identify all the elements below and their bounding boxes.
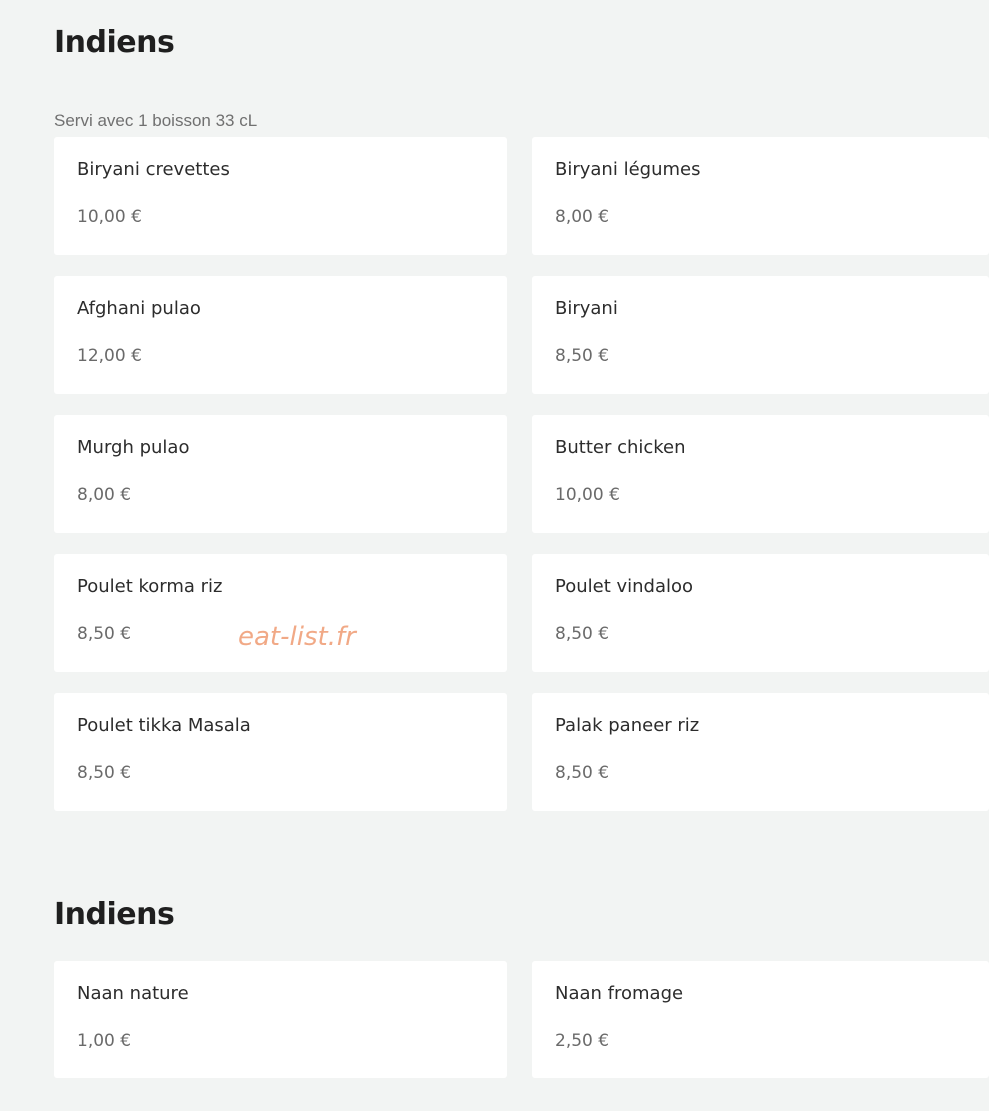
item-price: 2,50 €: [555, 1031, 610, 1051]
menu-page: Indiens Servi avec 1 boisson 33 cL Birya…: [0, 0, 989, 1111]
item-price: 10,00 €: [555, 485, 620, 505]
menu-item-card[interactable]: Murgh pulao 8,00 €: [54, 415, 507, 533]
menu-item-card[interactable]: Afghani pulao 12,00 €: [54, 276, 507, 394]
menu-item-card[interactable]: Biryani crevettes 10,00 €: [54, 137, 507, 255]
section-title: Indiens: [54, 897, 175, 932]
menu-item-card[interactable]: Naan fromage 2,50 €: [532, 961, 989, 1078]
menu-item-card[interactable]: Naan nature 1,00 €: [54, 961, 507, 1078]
watermark: eat-list.fr: [238, 622, 356, 652]
item-price: 8,00 €: [77, 485, 132, 505]
section-subtitle: Servi avec 1 boisson 33 cL: [54, 111, 258, 130]
item-name: Naan fromage: [555, 983, 684, 1004]
item-price: 8,50 €: [77, 624, 132, 644]
item-name: Biryani: [555, 298, 618, 319]
menu-item-card[interactable]: Poulet tikka Masala 8,50 €: [54, 693, 507, 811]
item-name: Murgh pulao: [77, 437, 190, 458]
item-name: Poulet korma riz: [77, 576, 223, 597]
menu-item-card[interactable]: Butter chicken 10,00 €: [532, 415, 989, 533]
item-price: 8,50 €: [555, 763, 610, 783]
item-price: 8,50 €: [555, 346, 610, 366]
item-price: 12,00 €: [77, 346, 142, 366]
item-price: 8,00 €: [555, 207, 610, 227]
item-name: Poulet vindaloo: [555, 576, 694, 597]
menu-grid: Biryani crevettes 10,00 € Biryani légume…: [54, 137, 989, 811]
item-price: 8,50 €: [77, 763, 132, 783]
item-name: Palak paneer riz: [555, 715, 700, 736]
item-name: Biryani crevettes: [77, 159, 230, 180]
menu-item-card[interactable]: Palak paneer riz 8,50 €: [532, 693, 989, 811]
menu-item-card[interactable]: Biryani légumes 8,00 €: [532, 137, 989, 255]
menu-item-card[interactable]: Biryani 8,50 €: [532, 276, 989, 394]
item-price: 10,00 €: [77, 207, 142, 227]
menu-item-card[interactable]: Poulet vindaloo 8,50 €: [532, 554, 989, 672]
item-name: Afghani pulao: [77, 298, 201, 319]
item-price: 8,50 €: [555, 624, 610, 644]
item-name: Naan nature: [77, 983, 189, 1004]
menu-grid: Naan nature 1,00 € Naan fromage 2,50 €: [54, 961, 989, 1078]
item-price: 1,00 €: [77, 1031, 132, 1051]
section-title: Indiens: [54, 25, 175, 60]
item-name: Butter chicken: [555, 437, 686, 458]
menu-item-card[interactable]: Poulet korma riz 8,50 €: [54, 554, 507, 672]
item-name: Biryani légumes: [555, 159, 701, 180]
item-name: Poulet tikka Masala: [77, 715, 251, 736]
